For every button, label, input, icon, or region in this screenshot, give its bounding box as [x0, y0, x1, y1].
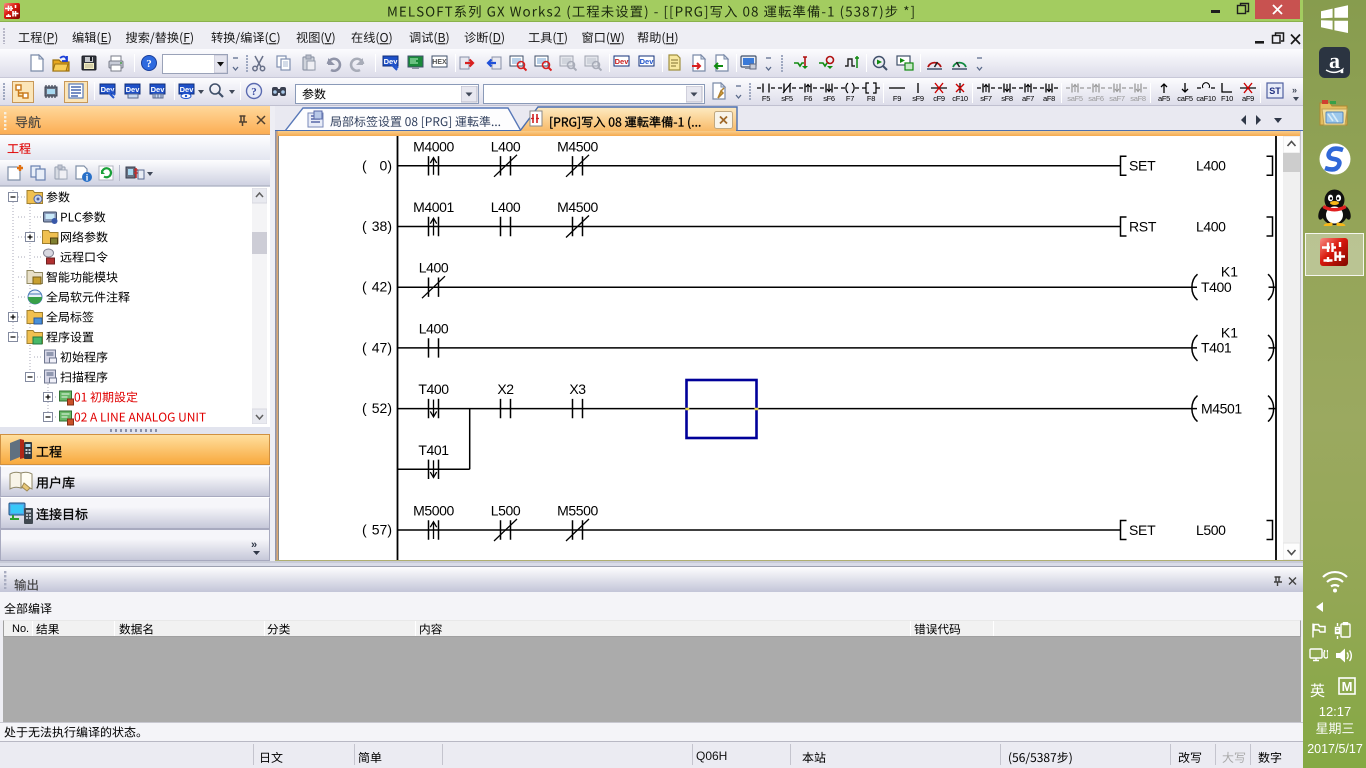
- svg-text:T400: T400: [418, 381, 449, 397]
- svg-text:SET: SET: [1129, 158, 1156, 174]
- svg-text:M5500: M5500: [557, 503, 598, 519]
- svg-text:0): 0): [380, 157, 392, 173]
- svg-text:L400: L400: [419, 320, 449, 336]
- svg-text:a: a: [1329, 48, 1340, 73]
- svg-text:42): 42): [372, 279, 392, 295]
- svg-text:K1: K1: [1221, 264, 1238, 280]
- svg-text:ST: ST: [1269, 86, 1281, 96]
- svg-text:M: M: [1342, 679, 1353, 694]
- svg-text:L400: L400: [1196, 158, 1226, 174]
- svg-text:57): 57): [372, 522, 392, 538]
- svg-text:»: »: [251, 539, 257, 551]
- svg-text:M4001: M4001: [413, 199, 454, 215]
- svg-text:Dev: Dev: [640, 57, 655, 66]
- svg-text:M4500: M4500: [557, 199, 598, 215]
- svg-text:L400: L400: [491, 138, 521, 154]
- svg-text:M4500: M4500: [557, 138, 598, 154]
- svg-text:T400: T400: [1201, 279, 1232, 295]
- svg-text:X2: X2: [497, 381, 514, 397]
- svg-text:X3: X3: [569, 381, 586, 397]
- svg-text:K1: K1: [1221, 324, 1238, 340]
- svg-text:(: (: [362, 218, 367, 234]
- svg-text:»: »: [1292, 85, 1297, 95]
- svg-text:38): 38): [372, 218, 392, 234]
- svg-text:T401: T401: [418, 442, 449, 458]
- svg-text:M5000: M5000: [413, 503, 454, 519]
- svg-text:47): 47): [372, 339, 392, 355]
- svg-text:M4501: M4501: [1201, 400, 1242, 416]
- svg-text:Dev: Dev: [615, 57, 630, 66]
- svg-text:L400: L400: [491, 199, 521, 215]
- svg-text:(: (: [362, 339, 367, 355]
- svg-text:HEX: HEX: [432, 59, 447, 66]
- svg-text:M4000: M4000: [413, 138, 454, 154]
- svg-text:(: (: [362, 157, 367, 173]
- svg-text:L500: L500: [491, 503, 521, 519]
- svg-text:(: (: [362, 400, 367, 416]
- svg-text:L500: L500: [1196, 522, 1226, 538]
- svg-text:RST: RST: [1129, 218, 1157, 234]
- svg-text:52): 52): [372, 400, 392, 416]
- svg-text:L400: L400: [419, 260, 449, 276]
- svg-text:SET: SET: [1129, 522, 1156, 538]
- svg-text:T401: T401: [1201, 340, 1232, 356]
- svg-text:L400: L400: [1196, 218, 1226, 234]
- svg-text:(: (: [362, 279, 367, 295]
- svg-text:(: (: [362, 522, 367, 538]
